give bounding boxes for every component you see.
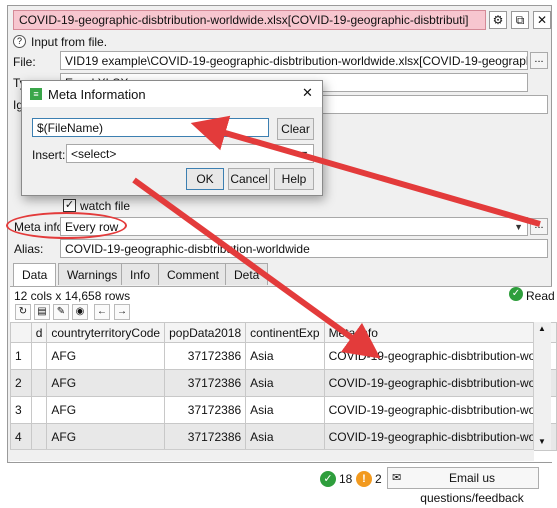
email-feedback-button[interactable]: ✉ Email us questions/feedback [387, 467, 539, 505]
envelope-icon: ✉ [392, 472, 402, 484]
warning-count: 2 [375, 472, 382, 486]
arrow-to-expression [190, 115, 541, 227]
ok-check-icon: ✓ [320, 471, 336, 487]
status-bar: ✓ 18 ! 2 ✉ Email us questions/feedback [0, 463, 557, 505]
annotation-arrows [132, 115, 541, 359]
arrow-to-meta-column [132, 177, 381, 359]
ok-count: 18 [339, 472, 353, 486]
warning-icon: ! [356, 471, 372, 487]
